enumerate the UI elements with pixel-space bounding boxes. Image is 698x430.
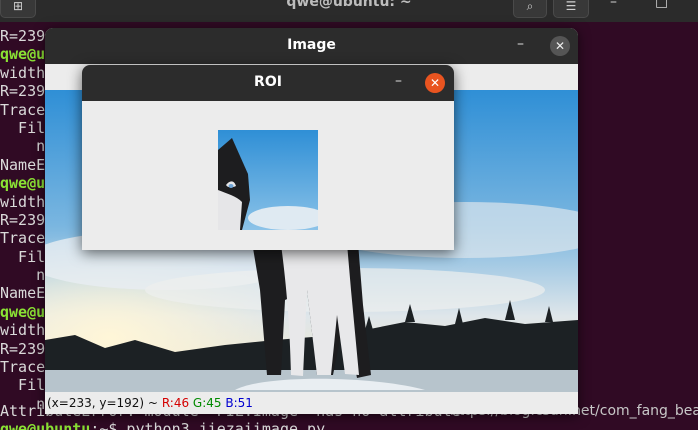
image-window-titlebar[interactable]: Image – ✕ bbox=[45, 28, 578, 64]
terminal-prompt-line[interactable]: qwe@ubuntu:~$ python3 jiezaiimage.py bbox=[0, 420, 325, 430]
status-green: G:45 bbox=[192, 396, 222, 410]
image-window-minimize-button[interactable]: – bbox=[517, 36, 524, 52]
search-icon: ⌕ bbox=[526, 0, 534, 13]
image-status-bar: (x=233, y=192) ~ R:46 G:45 B:51 bbox=[45, 392, 578, 414]
terminal-title: qwe@ubuntu: ~ bbox=[286, 0, 412, 10]
terminal-maximize-button[interactable]: □ bbox=[655, 0, 668, 10]
image-window-close-button[interactable]: ✕ bbox=[550, 36, 570, 56]
prompt-command: :~$ python3 jiezaiimage.py bbox=[90, 420, 326, 430]
roi-husky-crop[interactable] bbox=[218, 130, 318, 230]
prompt-user: qwe@ubuntu bbox=[0, 420, 91, 430]
roi-window-close-button[interactable]: ✕ bbox=[425, 73, 445, 93]
status-blue: B:51 bbox=[225, 396, 253, 410]
image-window-title: Image bbox=[287, 37, 336, 53]
roi-window-titlebar[interactable]: ROI – ✕ bbox=[82, 65, 454, 101]
terminal-search-button[interactable]: ⌕ bbox=[513, 0, 547, 18]
terminal-menu-button[interactable]: ☰ bbox=[553, 0, 589, 18]
roi-window[interactable]: ROI – ✕ bbox=[82, 65, 454, 250]
status-coords: (x=233, y=192) ~ bbox=[47, 396, 158, 410]
hamburger-menu-icon: ☰ bbox=[565, 0, 577, 13]
terminal-minimize-button[interactable]: – bbox=[610, 0, 617, 10]
roi-window-minimize-button[interactable]: – bbox=[395, 73, 402, 89]
terminal-titlebar: ⊞ qwe@ubuntu: ~ ⌕ ☰ – □ bbox=[0, 0, 698, 22]
status-red: R:46 bbox=[161, 396, 190, 410]
